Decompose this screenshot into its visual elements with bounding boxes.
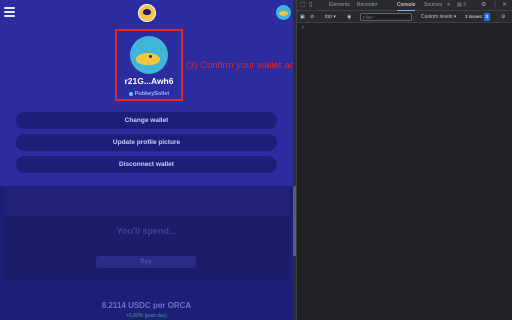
tab-console[interactable]: Console — [397, 0, 416, 11]
change-wallet-button[interactable]: Change wallet — [16, 112, 277, 129]
issues-label: 3 Issues: — [465, 14, 484, 19]
instruction-annotation: (3) Confirm your wallet address — [186, 60, 293, 71]
log-levels-select[interactable]: Custom levels ▾ — [421, 11, 456, 23]
context-select[interactable]: top ▾ — [325, 11, 336, 23]
update-profile-picture-button[interactable]: Update profile picture — [16, 134, 277, 151]
more-tabs-icon[interactable]: » — [447, 0, 450, 11]
top-bar — [0, 0, 293, 26]
inspect-element-icon[interactable]: ⬚ — [300, 0, 306, 11]
issues-count-badge[interactable]: ▤ 3 — [457, 0, 466, 11]
settings-gear-icon[interactable]: ⚙ — [481, 0, 486, 11]
disconnect-wallet-button[interactable]: Disconnect wallet — [16, 156, 277, 173]
devtools-tabbar: ⬚ ▯ Elements Recorder Console Sources » … — [297, 0, 512, 11]
tab-recorder[interactable]: Recorder — [357, 0, 378, 11]
app-panel: r21G...Awh6 PubkeySollet (3) Confirm you… — [0, 0, 293, 320]
device-toolbar-icon[interactable]: ▯ — [309, 0, 312, 11]
buy-button[interactable]: Buy — [96, 256, 196, 268]
close-icon[interactable]: ✕ — [502, 0, 507, 11]
wallet-provider-label: PubkeySollet — [134, 91, 170, 97]
live-expression-eye-icon[interactable]: ◉ — [347, 11, 351, 23]
sollet-icon — [128, 91, 133, 96]
price-label: 8.2114 USDC per ORCA — [101, 301, 192, 310]
filter-input[interactable] — [360, 13, 412, 21]
orca-logo-icon[interactable] — [138, 4, 156, 22]
wallet-profile-highlight: r21G...Awh6 PubkeySollet — [115, 29, 183, 101]
wallet-address: r21G...Awh6 — [124, 76, 174, 86]
tab-sources[interactable]: Sources — [424, 0, 442, 11]
hamburger-menu-icon[interactable] — [4, 7, 15, 17]
context-select-label: top — [325, 14, 332, 20]
console-settings-gear-icon[interactable]: ⚙ — [501, 11, 505, 23]
issues-button[interactable]: 3 Issues: 3 — [465, 13, 490, 21]
devtools-panel: ⬚ ▯ Elements Recorder Console Sources » … — [296, 0, 512, 320]
whale-avatar-icon — [130, 36, 168, 74]
issues-count-label: 3 — [463, 2, 466, 8]
issues-badge-count: 3 — [484, 13, 490, 21]
wallet-provider: PubkeySollet — [117, 91, 181, 97]
console-toolbar: ▣ ⊘ top ▾ ◉ Custom levels ▾ 3 Issues:3 ⚙ — [297, 11, 512, 23]
avatar[interactable] — [276, 5, 291, 20]
clear-console-icon[interactable]: ⊘ — [310, 11, 314, 23]
log-levels-label: Custom levels — [421, 14, 453, 20]
price-change-label: +5.80% (past day) — [126, 313, 167, 319]
more-options-icon[interactable]: ⋮ — [492, 0, 498, 11]
sidebar-toggle-icon[interactable]: ▣ — [300, 11, 305, 23]
console-prompt[interactable]: › — [301, 24, 305, 31]
tab-elements[interactable]: Elements — [329, 0, 350, 11]
spend-label: You'll spend... — [116, 226, 177, 236]
